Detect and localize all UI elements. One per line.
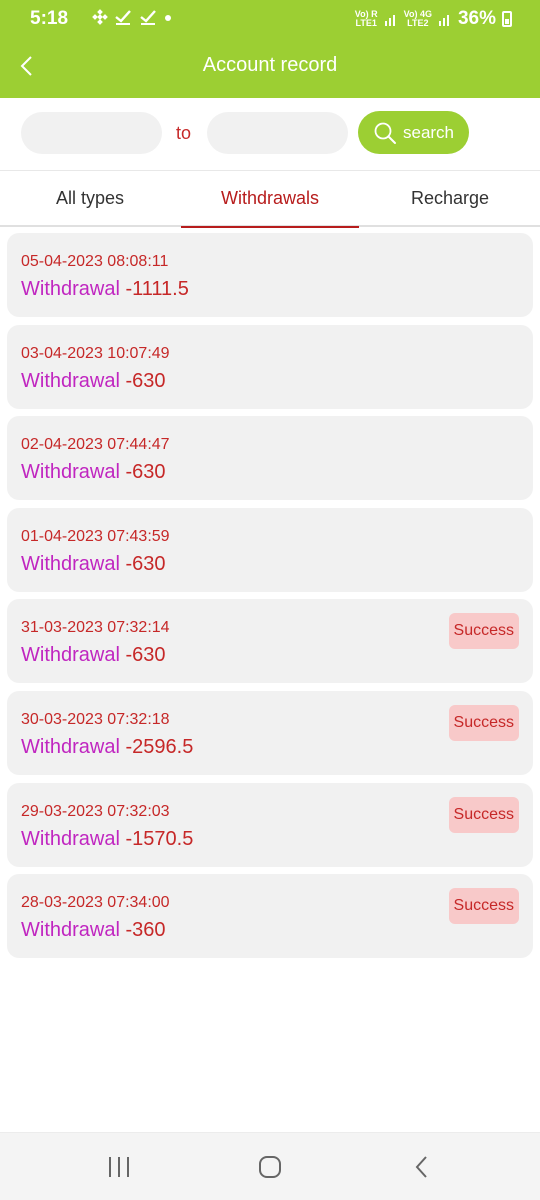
home-button[interactable] [250, 1149, 290, 1185]
recent-apps-icon [109, 1157, 129, 1177]
record-type: Withdrawal [21, 552, 120, 575]
to-label: to [176, 123, 192, 143]
record-date: 01-04-2023 07:43:59 [21, 527, 170, 545]
record-item[interactable]: 31-03-2023 07:32:14 Withdrawal -630 Succ… [7, 599, 533, 684]
status-badge: Success [448, 704, 519, 741]
battery-percent: 36% [457, 8, 496, 29]
record-date: 30-03-2023 07:32:18 [21, 710, 170, 728]
record-amount: -630 [125, 461, 166, 484]
record-date: 03-04-2023 10:07:49 [21, 344, 170, 362]
date-search-bar: to search [0, 98, 540, 170]
signal-icon [438, 15, 449, 26]
app-header: Account record [0, 34, 540, 98]
record-item[interactable]: 03-04-2023 10:07:49 Withdrawal -630 [7, 324, 533, 409]
record-date: 28-03-2023 07:34:00 [21, 894, 170, 912]
record-type: Withdrawal [21, 919, 120, 942]
record-date: 29-03-2023 07:32:03 [21, 802, 170, 820]
record-amount: -630 [125, 644, 166, 667]
record-amount: -630 [125, 369, 166, 392]
status-bar: 5:18 Vo) R LTE1 Vo) 4G LTE2 36% [0, 0, 540, 34]
binance-icon [92, 9, 108, 25]
record-date: 05-04-2023 08:08:11 [21, 253, 169, 270]
check-icon [140, 10, 156, 25]
record-type: Withdrawal [21, 735, 120, 758]
signal-icon [384, 15, 395, 26]
record-type: Withdrawal [21, 278, 120, 300]
notification-icons [92, 9, 173, 28]
start-date-input[interactable] [21, 112, 162, 154]
network-lte1: Vo) R LTE1 [354, 9, 378, 28]
status-badge: Success [448, 796, 519, 833]
status-badge: Success [448, 888, 519, 925]
page-title: Account record [202, 54, 338, 76]
home-icon [259, 1156, 281, 1178]
record-item[interactable]: 02-04-2023 07:44:47 Withdrawal -630 [7, 416, 533, 501]
search-button[interactable]: search [358, 111, 469, 154]
dot-icon [165, 15, 172, 21]
record-type: Withdrawal [21, 644, 120, 667]
record-list: 05-04-2023 08:08:11 Withdrawal -1111.5 0… [7, 233, 533, 966]
record-amount: -360 [125, 919, 166, 942]
back-icon [415, 1156, 427, 1178]
status-badge: Success [448, 613, 519, 650]
record-type: Withdrawal [21, 369, 120, 392]
nav-back-button[interactable] [402, 1149, 442, 1185]
record-amount: -1570.5 [125, 827, 194, 850]
record-item[interactable]: 01-04-2023 07:43:59 Withdrawal -630 [7, 507, 533, 592]
record-amount: -2596.5 [125, 735, 194, 758]
record-item[interactable]: 28-03-2023 07:34:00 Withdrawal -360 Succ… [7, 874, 533, 959]
status-right: Vo) R LTE1 Vo) 4G LTE2 36% [355, 8, 512, 30]
record-amount: -1111.5 [125, 278, 189, 300]
recent-apps-button[interactable] [99, 1149, 139, 1185]
status-time: 5:18 [30, 8, 69, 29]
check-icon [115, 10, 132, 25]
record-item[interactable]: 05-04-2023 08:08:11 Withdrawal -1111.5 [7, 233, 533, 317]
battery-icon [502, 11, 512, 27]
network-lte2: Vo) 4G LTE2 [403, 9, 432, 28]
record-date: 02-04-2023 07:44:47 [21, 436, 170, 454]
record-type: Withdrawal [21, 827, 120, 850]
record-amount: -630 [125, 552, 166, 575]
record-item[interactable]: 29-03-2023 07:32:03 Withdrawal -1570.5 S… [7, 782, 533, 867]
search-button-label: search [402, 122, 455, 142]
search-icon [374, 122, 396, 144]
record-type: Withdrawal [21, 461, 120, 484]
record-type-tabs: All types Withdrawals Recharge [0, 170, 540, 228]
system-nav-bar [0, 1132, 540, 1200]
tab-all-types[interactable]: All types [0, 171, 180, 226]
tab-withdrawals[interactable]: Withdrawals [180, 171, 360, 228]
record-date: 31-03-2023 07:32:14 [21, 619, 170, 637]
tab-recharge[interactable]: Recharge [360, 171, 540, 226]
record-item[interactable]: 30-03-2023 07:32:18 Withdrawal -2596.5 S… [7, 690, 533, 775]
end-date-input[interactable] [207, 112, 348, 154]
